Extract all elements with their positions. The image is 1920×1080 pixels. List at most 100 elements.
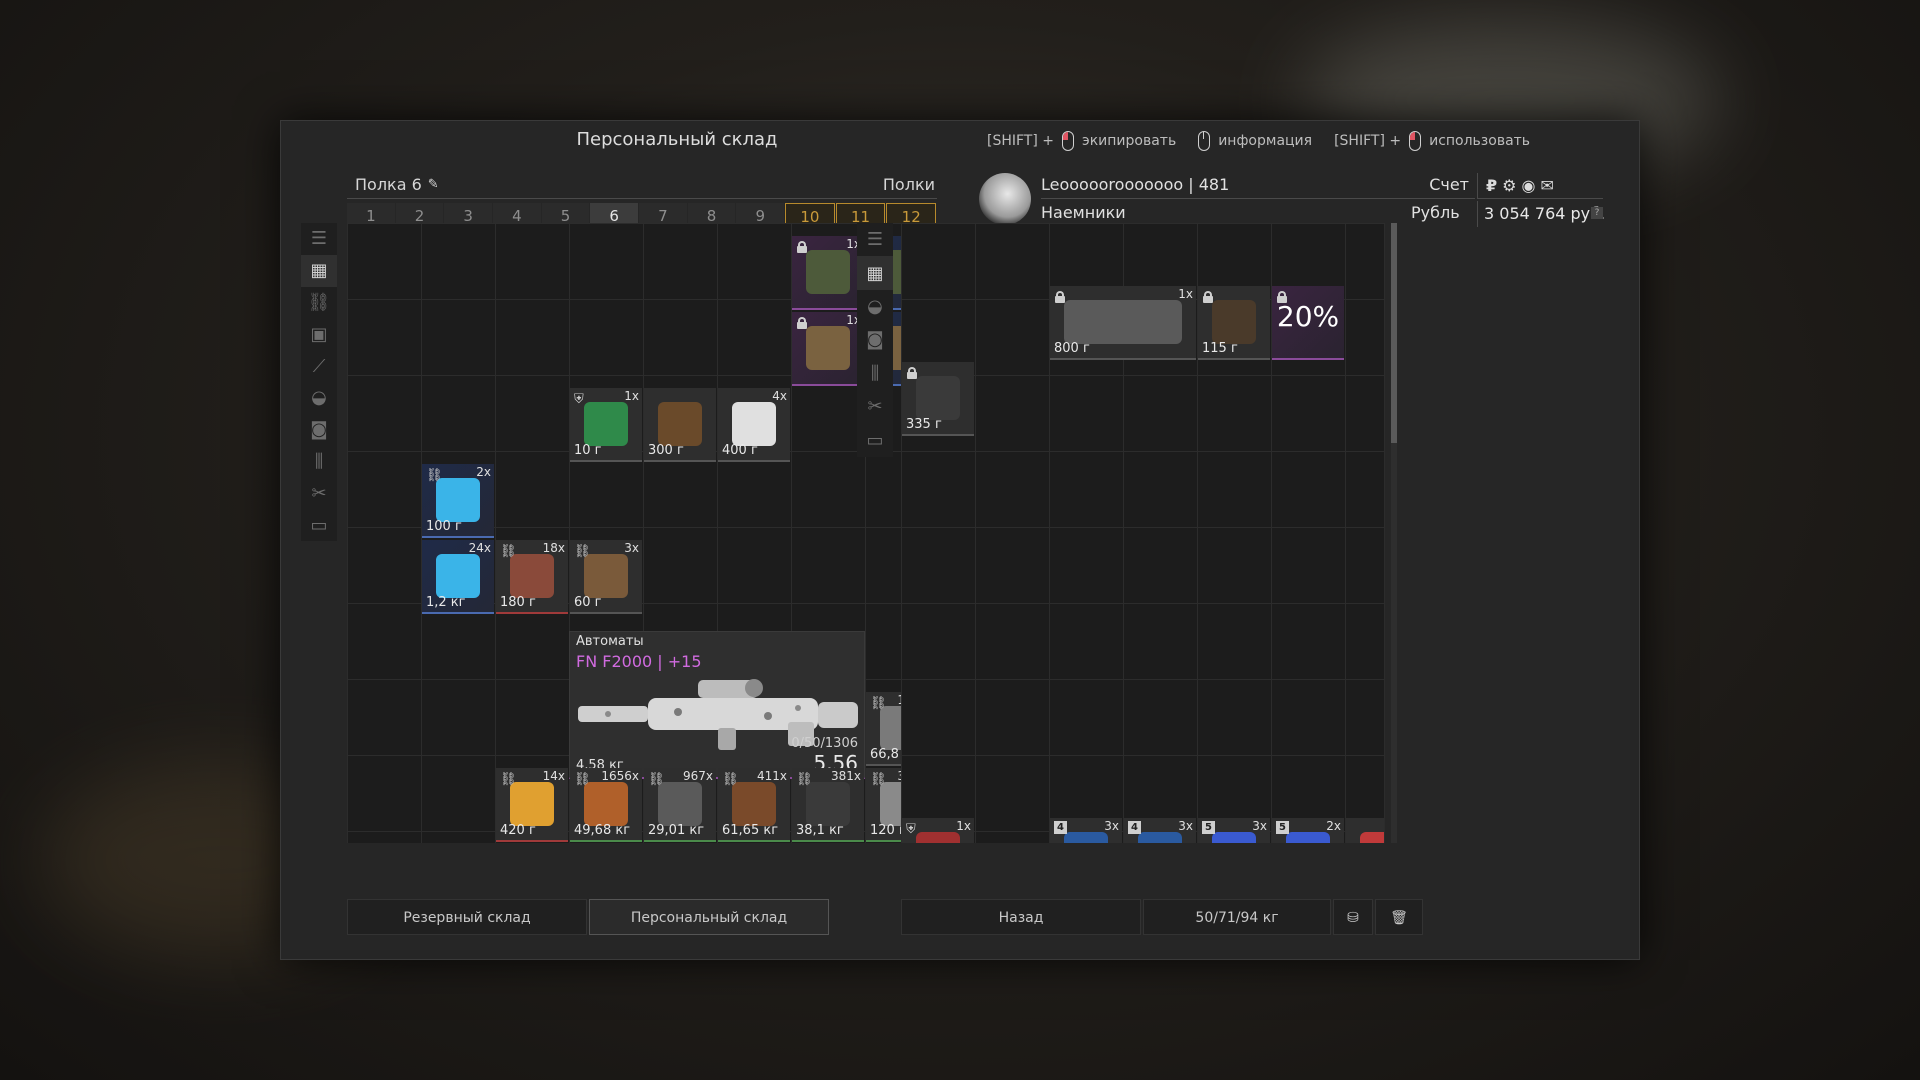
badge-icon[interactable]: ◉ [1521, 176, 1535, 195]
camera-icon[interactable]: ◙ [301, 414, 337, 446]
item-quantity: 14x [542, 769, 565, 783]
hint-label: информация [1218, 133, 1313, 149]
inventory-item[interactable]: 115 г [1198, 286, 1270, 360]
item-quantity: 18x [542, 541, 565, 555]
stash-category-sidebar: ☰ ▦ ⛓ ▣ ⟋ ◒ ◙ ⫼ ✂ ▭ [301, 223, 337, 541]
item-image-icon [732, 402, 776, 446]
item-image-icon [1212, 832, 1256, 843]
inventory-item[interactable]: 1x [792, 236, 864, 310]
item-quantity: 1x [956, 819, 971, 833]
item-quantity: 967x [682, 769, 713, 783]
shelves-label: Полки [882, 175, 935, 194]
inventory-item[interactable]: 5 2x [1272, 818, 1344, 843]
ammo-icon[interactable]: ⫼ [857, 357, 893, 390]
grid-icon[interactable]: ▦ [857, 256, 893, 290]
inventory-item[interactable]: ⛓ 1656x 49,68 кг [570, 768, 642, 842]
inventory-item[interactable]: 5x [1346, 818, 1384, 843]
item-image-icon [916, 832, 960, 843]
item-image-icon [658, 402, 702, 446]
list-icon[interactable]: ☰ [857, 223, 893, 256]
grid-icon[interactable]: ▦ [301, 254, 337, 287]
item-level-badge: 5 [1202, 821, 1215, 834]
weight-icon-cell: ⛁ [1333, 899, 1373, 935]
link-icon[interactable]: ⛓ [301, 287, 337, 319]
inventory-item[interactable]: 4 3x [1050, 818, 1122, 843]
inventory-item[interactable]: ⛨ 1x 10 г [570, 388, 642, 462]
pencil-icon[interactable]: ✎ [428, 177, 439, 192]
ammo-icon[interactable]: ⫼ [301, 446, 337, 478]
item-weight: 335 г [906, 417, 942, 432]
shelf-name[interactable]: Полка 6 ✎ [355, 175, 439, 194]
inventory-item[interactable]: 4 3x [1124, 818, 1196, 843]
item-quantity: 3x [1252, 819, 1267, 833]
inventory-item[interactable]: 4x 400 г [718, 388, 790, 462]
inventory-item[interactable]: 24x 1,2 кг [422, 540, 494, 614]
item-quantity: 3x [1178, 819, 1193, 833]
item-level-badge: 5 [1276, 821, 1289, 834]
link-icon: ⛓ [796, 772, 813, 787]
ticket-icon[interactable]: ✉ [1540, 176, 1553, 195]
inventory-item[interactable]: ⛓ 14x 420 г [496, 768, 568, 842]
item-level-badge: 4 [1054, 821, 1067, 834]
back-button[interactable]: Назад [901, 899, 1141, 935]
inventory-item[interactable]: ⛓ 411x 61,65 кг [718, 768, 790, 842]
item-quantity: 411x [756, 769, 787, 783]
item-weight: 38,1 кг [796, 823, 844, 838]
helmet-icon[interactable]: ◒ [857, 290, 893, 323]
inventory-item[interactable]: 1x 800 г [1050, 286, 1196, 360]
inventory-item[interactable]: ⛓ 967x 29,01 кг [644, 768, 716, 842]
trash-button[interactable]: 🗑 [1375, 899, 1423, 935]
rifle-icon[interactable]: ⟋ [301, 350, 337, 382]
personal-stash-button[interactable]: Персональный склад [589, 899, 829, 935]
player-scrollbar[interactable] [1391, 223, 1397, 843]
player-balance: 3 054 764 руб. [1477, 201, 1605, 227]
item-quantity: 24x [468, 541, 491, 555]
player-scroll-thumb[interactable] [1391, 223, 1397, 443]
item-image-icon [1138, 832, 1182, 843]
item-weight: 100 г [426, 519, 462, 534]
inventory-item[interactable]: ⛓ 2x 100 г [422, 464, 494, 538]
inventory-item[interactable]: ⛓ 18x 180 г [496, 540, 568, 614]
ruble-icon[interactable]: ₽ [1486, 176, 1497, 195]
helmet-icon[interactable]: ◒ [301, 382, 337, 414]
item-weight: 29,01 кг [648, 823, 705, 838]
mouse-left-icon [1409, 131, 1422, 151]
item-image-icon [806, 782, 850, 826]
inventory-item[interactable]: 335 г [902, 362, 974, 436]
lock-icon [797, 317, 807, 329]
item-image-icon [584, 402, 628, 446]
player-grid[interactable]: 1x800 г115 г20%106 г335 г66x2,4 кг⛨1x43x… [901, 223, 1385, 843]
lock-icon [907, 367, 917, 379]
inventory-item[interactable]: 300 г [644, 388, 716, 462]
item-quantity: 2x [1326, 819, 1341, 833]
inventory-item[interactable]: 20% [1272, 286, 1344, 360]
vest-icon[interactable]: ▣ [301, 318, 337, 350]
box-icon[interactable]: ▭ [301, 509, 337, 541]
item-image-icon [510, 782, 554, 826]
weapon-item-fn-f2000[interactable]: Автоматы FN F2000 | +15 4,58 кг 0/50/130… [569, 631, 865, 779]
box-icon[interactable]: ▭ [857, 424, 893, 457]
item-weight: 400 г [722, 443, 758, 458]
weapon-ammo: 0/50/1306 [791, 736, 858, 751]
gear-coin-icon[interactable]: ⚙ [1502, 176, 1516, 195]
item-weight: 420 г [500, 823, 536, 838]
hint-label: экипировать [1082, 133, 1177, 149]
reserve-stash-button[interactable]: Резервный склад [347, 899, 587, 935]
inventory-item[interactable]: ⛓ 381x 38,1 кг [792, 768, 864, 842]
item-quantity: 1x [1178, 287, 1193, 301]
tools-icon[interactable]: ✂ [857, 390, 893, 423]
item-weight: 61,65 кг [722, 823, 779, 838]
tools-icon[interactable]: ✂ [301, 477, 337, 509]
inventory-item[interactable]: ⛨ 1x [902, 818, 974, 843]
player-category-sidebar: ☰ ▦ ◒ ◙ ⫼ ✂ ▭ [857, 223, 893, 457]
item-weight: 49,68 кг [574, 823, 631, 838]
balance-help-icon[interactable]: ? [1591, 207, 1603, 219]
shelf-name-label: Полка 6 [355, 175, 422, 194]
inventory-item[interactable]: 1x [792, 312, 864, 386]
inventory-item[interactable]: 5 3x [1198, 818, 1270, 843]
inventory-item[interactable]: ⛓ 3x 60 г [570, 540, 642, 614]
camera-icon[interactable]: ◙ [857, 323, 893, 356]
shield-icon: ⛨ [574, 392, 584, 407]
list-icon[interactable]: ☰ [301, 223, 337, 255]
item-image-icon [1286, 832, 1330, 843]
